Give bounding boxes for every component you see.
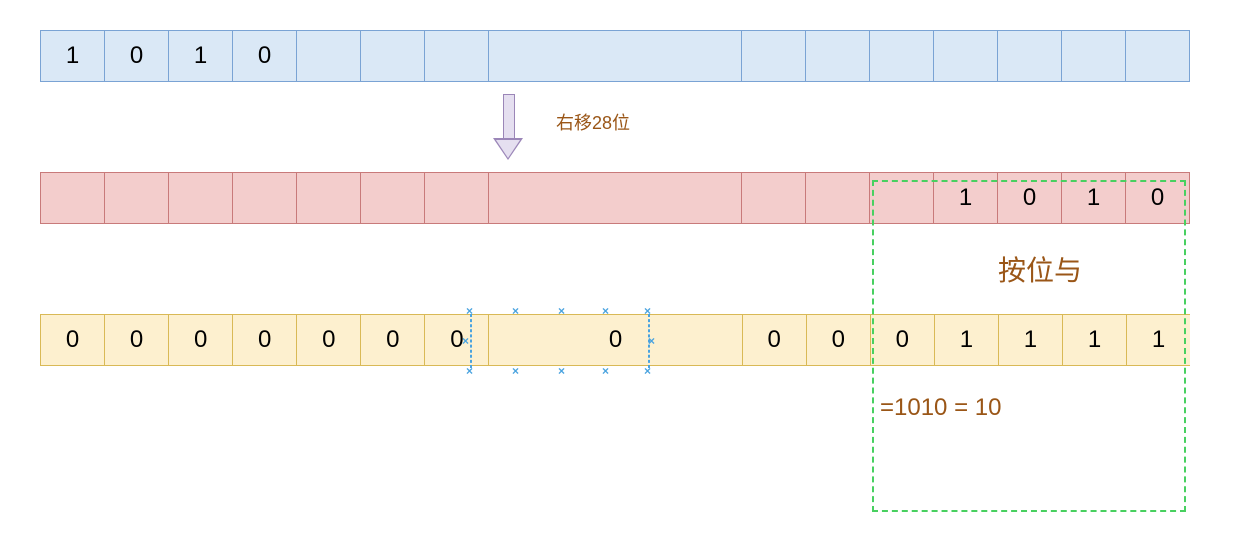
bit-cell: 1 [934, 314, 998, 366]
bit-cell [296, 172, 360, 224]
bit-cell: 0 [806, 314, 870, 366]
bit-cell: 1 [1062, 314, 1126, 366]
bit-cell: 0 [997, 172, 1061, 224]
bit-cell [424, 30, 488, 82]
bit-cell [805, 172, 869, 224]
arrow-section: 右移28位 [40, 82, 1190, 172]
bit-cell: 0 [40, 314, 104, 366]
bit-cell [741, 30, 805, 82]
bit-cell: 0 [424, 314, 488, 366]
bit-cell: 1 [998, 314, 1062, 366]
bit-cell-wide [488, 172, 741, 224]
bit-cell [1125, 30, 1190, 82]
bit-cell: 0 [1125, 172, 1190, 224]
bit-cell [168, 172, 232, 224]
bit-cell: 0 [232, 314, 296, 366]
bit-cell: 0 [870, 314, 934, 366]
bit-cell: 0 [360, 314, 424, 366]
bit-cell: 1 [168, 30, 232, 82]
bit-cell: 1 [933, 172, 997, 224]
bit-cell [869, 30, 933, 82]
bit-cell-wide: 0 [488, 314, 741, 366]
bit-cell [741, 172, 805, 224]
bit-cell [360, 172, 424, 224]
row-original-blue: 1 0 1 0 [40, 30, 1190, 82]
bit-cell: 0 [104, 30, 168, 82]
bit-cell [232, 172, 296, 224]
bitwise-and-label: 按位与 [40, 249, 1190, 289]
bit-cell: 0 [104, 314, 168, 366]
bit-cell [40, 172, 104, 224]
bit-cell: 0 [742, 314, 806, 366]
result-label: =1010 = 10 [40, 394, 1190, 422]
shift-label: 右移28位 [556, 109, 630, 135]
bit-cell: 1 [1061, 172, 1125, 224]
bit-cell: 0 [168, 314, 232, 366]
bit-cell [933, 30, 997, 82]
bitop-diagram: 1 0 1 0 右移28位 1 [40, 30, 1190, 422]
bit-cell [296, 30, 360, 82]
bit-cell [1061, 30, 1125, 82]
bit-cell-wide [488, 30, 741, 82]
bit-cell: 1 [40, 30, 104, 82]
row-shifted-pink: 1 0 1 0 [40, 172, 1190, 224]
bit-cell [805, 30, 869, 82]
bit-cell [424, 172, 488, 224]
bit-cell [869, 172, 933, 224]
bit-cell: 1 [1126, 314, 1190, 366]
bit-cell [360, 30, 424, 82]
arrow-down-icon [495, 92, 521, 162]
bit-cell: 0 [296, 314, 360, 366]
bit-cell [104, 172, 168, 224]
bit-cell: 0 [232, 30, 296, 82]
row-mask-yellow: 0 0 0 0 0 0 0 0 0 0 0 1 1 1 1 × × × × × … [40, 314, 1190, 366]
bit-cell [997, 30, 1061, 82]
